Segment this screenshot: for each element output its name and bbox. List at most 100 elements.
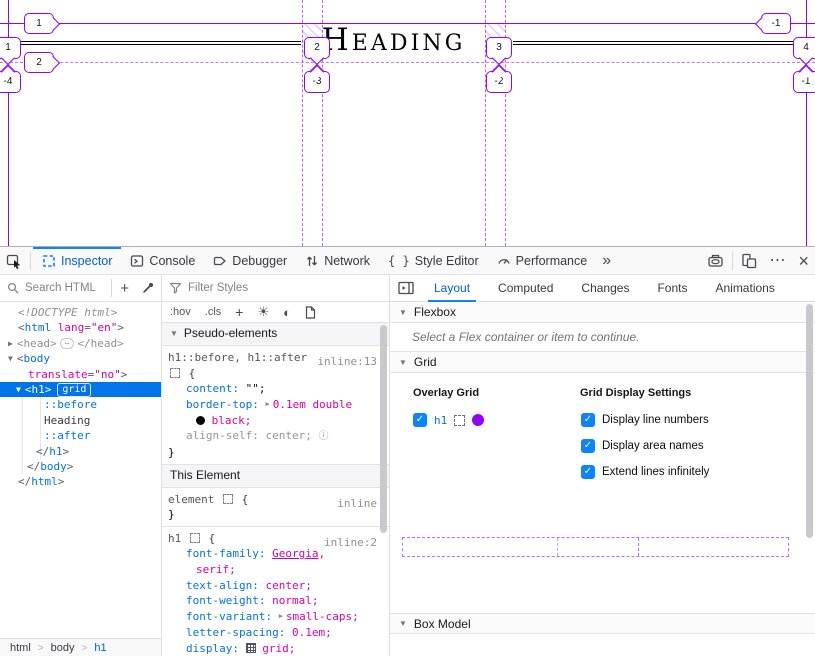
css-declaration[interactable]: letter-spacing: 0.1em; (162, 625, 389, 641)
markup-toolbar: + (0, 275, 161, 302)
grid-badge[interactable]: grid (57, 383, 91, 397)
css-declaration-inactive[interactable]: align-self: center; ⓘ (162, 428, 389, 445)
tab-debugger[interactable]: Debugger (204, 247, 296, 274)
tab-network[interactable]: Network (296, 247, 379, 274)
markup-line-body-attr[interactable]: translate="no"> (0, 367, 161, 382)
flexbox-section-header[interactable]: ▼ Flexbox (390, 302, 815, 323)
h1-after-double-border (513, 41, 794, 45)
grid-section-body: Overlay Grid ✓ h1 Grid Display Settings … (390, 373, 815, 613)
eyedropper-icon[interactable] (135, 275, 161, 302)
markup-line-after-pseudo[interactable]: ::after (0, 428, 161, 443)
tab-console[interactable]: Console (121, 247, 204, 274)
responsive-design-mode-icon[interactable] (735, 247, 763, 274)
badge-arrow-tip (46, 16, 60, 30)
tab-changes[interactable]: Changes (567, 275, 643, 302)
rule-pseudo: h1::before, h1::afterinline:13 { content… (162, 346, 389, 465)
select-element-target-icon[interactable] (454, 415, 465, 426)
tab-label: Debugger (232, 254, 287, 268)
breadcrumb-separator: > (38, 643, 44, 654)
performance-icon (497, 254, 511, 268)
grid-item-link[interactable]: h1 (434, 414, 447, 427)
h1-before-double-border (20, 41, 301, 45)
toggle-class-button[interactable]: .cls (205, 306, 222, 318)
grid-column-badge: 1 (0, 37, 21, 59)
markup-line-html-close[interactable]: </html> (0, 474, 161, 489)
more-tabs-chevron[interactable]: » (596, 247, 617, 274)
setting-label: Display area names (602, 440, 704, 452)
markup-line-html-open[interactable]: <html lang="en"> (0, 320, 161, 335)
markup-line-doctype[interactable]: <!DOCTYPE html> (0, 305, 161, 320)
tab-computed[interactable]: Computed (484, 275, 567, 302)
tab-label: Console (149, 254, 195, 268)
filter-styles-input[interactable] (186, 281, 300, 295)
search-html-input[interactable] (23, 281, 99, 295)
css-declaration[interactable]: border-top: ▶0.1em double (162, 397, 389, 413)
grid-column-badge: 4 (793, 37, 815, 59)
tab-style-editor[interactable]: { } Style Editor (379, 247, 488, 274)
grid-outline-preview[interactable] (402, 537, 789, 557)
dark-scheme-icon[interactable]: ◐ (283, 305, 291, 320)
separator (111, 279, 112, 297)
css-declaration[interactable]: content: ""; (162, 381, 389, 397)
tab-inspector[interactable]: Inspector (33, 247, 121, 274)
display-line-numbers-checkbox[interactable]: ✓ (581, 413, 595, 427)
debugger-icon (213, 254, 227, 268)
tab-animations[interactable]: Animations (701, 275, 788, 302)
markup-line-head[interactable]: ▶<head>⋯</head> (0, 336, 161, 351)
node-picker-button[interactable] (0, 247, 28, 274)
css-declaration[interactable]: font-weight: normal; (162, 593, 389, 609)
add-node-button[interactable]: + (114, 275, 135, 302)
display-area-names-checkbox[interactable]: ✓ (581, 439, 595, 453)
css-declaration-wrap[interactable]: black; (162, 413, 389, 429)
grid-row-line-2 (0, 62, 815, 63)
print-simulation-icon[interactable] (305, 306, 316, 319)
collapse-triangle-icon: ▼ (399, 308, 407, 317)
markup-line-body-close[interactable]: </body> (0, 459, 161, 474)
markup-line-h1-close[interactable]: </h1> (0, 444, 161, 459)
css-declaration-wrap[interactable]: serif; (162, 562, 389, 578)
css-declaration[interactable]: font-family: Georgia, (162, 546, 389, 562)
screenshot-camera-icon[interactable] (701, 247, 730, 274)
grid-overlay-checkbox[interactable]: ✓ (413, 413, 427, 427)
this-element-header: This Element (162, 465, 389, 488)
grid-outline-divider (557, 538, 558, 556)
sidebar-toggle-icon[interactable] (390, 275, 420, 302)
rule-selector[interactable]: h1::before, h1::afterinline:13 (162, 350, 389, 366)
add-rule-button[interactable]: + (235, 304, 243, 320)
pseudo-elements-header[interactable]: ▼ Pseudo-elements (162, 323, 389, 346)
grid-display-settings-title: Grid Display Settings (580, 387, 691, 399)
markup-line-body-open[interactable]: ▼<body (0, 351, 161, 366)
markup-line-h1-selected[interactable]: ▼<h1>grid (0, 382, 161, 397)
breadcrumb-item-h1[interactable]: h1 (94, 642, 106, 654)
tab-performance[interactable]: Performance (488, 247, 597, 274)
breadcrumb-item-body[interactable]: body (51, 642, 75, 654)
tab-layout[interactable]: Layout (420, 275, 484, 302)
close-devtools-icon[interactable]: × (792, 247, 815, 274)
box-model-section-header[interactable]: ▼ Box Model (390, 613, 815, 634)
grid-row-badge: 1 (24, 13, 54, 34)
meatball-menu-icon[interactable]: ⋯ (763, 247, 792, 274)
css-declaration[interactable]: display: grid; (162, 641, 389, 656)
filter-funnel-icon (169, 282, 182, 294)
markup-tree: <!DOCTYPE html> <html lang="en"> ▶<head>… (0, 302, 161, 638)
rule-selector[interactable]: h1 {inline:2 (162, 531, 389, 547)
rule-selector[interactable]: element {inline (162, 492, 389, 508)
layout-scrollbar-thumb[interactable] (806, 304, 813, 538)
markup-line-text[interactable]: Heading (0, 413, 161, 428)
extend-lines-checkbox[interactable]: ✓ (581, 465, 595, 479)
inspector-icon (42, 254, 56, 268)
grid-section-header[interactable]: ▼ Grid (390, 351, 815, 373)
css-declaration[interactable]: font-variant: ▶small-caps; (162, 609, 389, 625)
markup-line-before-pseudo[interactable]: ::before (0, 397, 161, 412)
css-declaration[interactable]: text-align: center; (162, 578, 389, 594)
grid-color-swatch[interactable] (472, 414, 484, 426)
light-scheme-icon[interactable]: ☀ (257, 304, 269, 320)
rule-h1: h1 {inline:2 font-family: Georgia, serif… (162, 527, 389, 656)
rules-scrollbar-thumb[interactable] (380, 325, 387, 533)
braces-icon: { } (388, 255, 410, 267)
toggle-hover-button[interactable]: :hov (170, 306, 191, 318)
rule-close-brace: } (162, 507, 389, 523)
section-title: Box Model (414, 617, 471, 631)
breadcrumb-item-html[interactable]: html (10, 642, 31, 654)
tab-fonts[interactable]: Fonts (643, 275, 701, 302)
